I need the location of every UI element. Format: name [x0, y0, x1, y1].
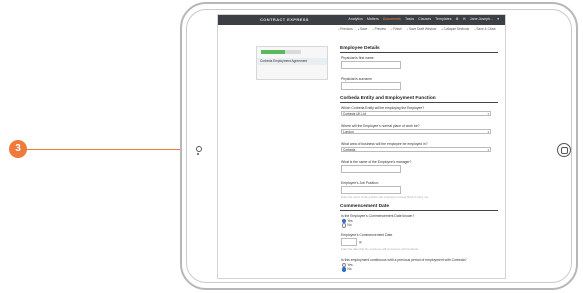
nav-analytics[interactable]: Analytics: [348, 17, 362, 21]
questionnaire-form: Employee Details Physician's first name …: [340, 46, 498, 272]
section-heading-employee-details: Employee Details: [340, 46, 498, 53]
commence-date-input[interactable]: [341, 237, 357, 246]
user-menu[interactable]: Jane.Joseph...: [470, 17, 493, 21]
save-close-button[interactable]: Save & Close: [474, 27, 495, 31]
progress-bar: [261, 50, 301, 54]
entity-select[interactable]: Corbeda UK Ltd: [341, 111, 491, 117]
continuous-no-radio[interactable]: No: [342, 267, 498, 272]
preview-button[interactable]: Preview: [372, 27, 386, 31]
area-select[interactable]: Corbeda: [341, 147, 491, 153]
nav-documents[interactable]: Documents: [383, 17, 401, 21]
save-button[interactable]: Save: [358, 27, 367, 31]
finish-button[interactable]: Finish: [391, 27, 402, 31]
app-logo[interactable]: CONTRACT EXPRESS: [260, 17, 309, 22]
commence-question: Is the Employee's Commencement Date know…: [341, 214, 415, 218]
date-hint: Enter the date that the employee will co…: [341, 246, 418, 251]
mail-icon[interactable]: ✉: [463, 17, 466, 21]
nav-tasks[interactable]: Tasks: [405, 17, 414, 21]
home-button-icon[interactable]: [557, 143, 571, 157]
camera-dot: [197, 153, 199, 155]
continuous-question: Is this employment continuous with a pre…: [341, 257, 467, 262]
first-name-label: Physician's first name: [341, 56, 374, 60]
nav-clauses[interactable]: Clauses: [418, 17, 431, 21]
sidebar-item-agreement[interactable]: Corbeda Employment Agreement: [257, 58, 327, 65]
chevron-down-icon[interactable]: ▾: [497, 17, 499, 21]
progress-fill: [261, 50, 285, 54]
collapse-sections-button[interactable]: Collapse Sections: [441, 27, 470, 31]
section-heading-commencement: Commencement Date: [340, 204, 498, 211]
manager-label: What is the name of the Employee's manag…: [341, 160, 412, 164]
camera-icon: [196, 146, 202, 152]
job-label: Employee's Job Position:: [341, 181, 379, 185]
commence-no-label: No: [347, 223, 352, 228]
surname-label: Physician's surname: [341, 77, 372, 81]
place-label: Where will the Employee's normal place o…: [341, 124, 420, 128]
document-toolbar: Previous Save Preview Finish Save Draft …: [338, 27, 495, 31]
save-draft-window-button[interactable]: Save Draft Window: [407, 27, 436, 31]
main-nav: Analytics Matters Documents Tasks Clause…: [348, 17, 499, 21]
commence-date-label: Employee's Commencement Date: [341, 232, 393, 237]
nav-templates[interactable]: Templates: [435, 17, 451, 21]
first-name-input[interactable]: [341, 61, 401, 69]
sidebar: Corbeda Employment Agreement: [256, 46, 328, 80]
gear-icon[interactable]: ⚙: [456, 17, 459, 21]
previous-button[interactable]: Previous: [338, 27, 352, 31]
nav-matters[interactable]: Matters: [367, 17, 379, 21]
continuous-no-label: No: [347, 267, 352, 272]
manager-input[interactable]: [341, 165, 401, 173]
entity-label: Which Corbeda Entity will be employing t…: [341, 106, 425, 110]
job-hint: Enter the name of the position the emplo…: [341, 195, 429, 199]
top-bar: CONTRACT EXPRESS Analytics Matters Docum…: [218, 15, 505, 25]
surname-input[interactable]: [341, 82, 401, 90]
calendar-icon[interactable]: ▦: [359, 240, 362, 244]
callout-badge: 3: [9, 140, 27, 158]
place-select[interactable]: London: [341, 129, 491, 135]
job-input[interactable]: [341, 186, 401, 194]
section-heading-entity: Corbeda Entity and Employment Function: [340, 96, 498, 103]
callout-line: [27, 149, 187, 150]
app-screen: CONTRACT EXPRESS Analytics Matters Docum…: [217, 14, 506, 279]
area-label: What area of business will the employee …: [341, 142, 428, 146]
